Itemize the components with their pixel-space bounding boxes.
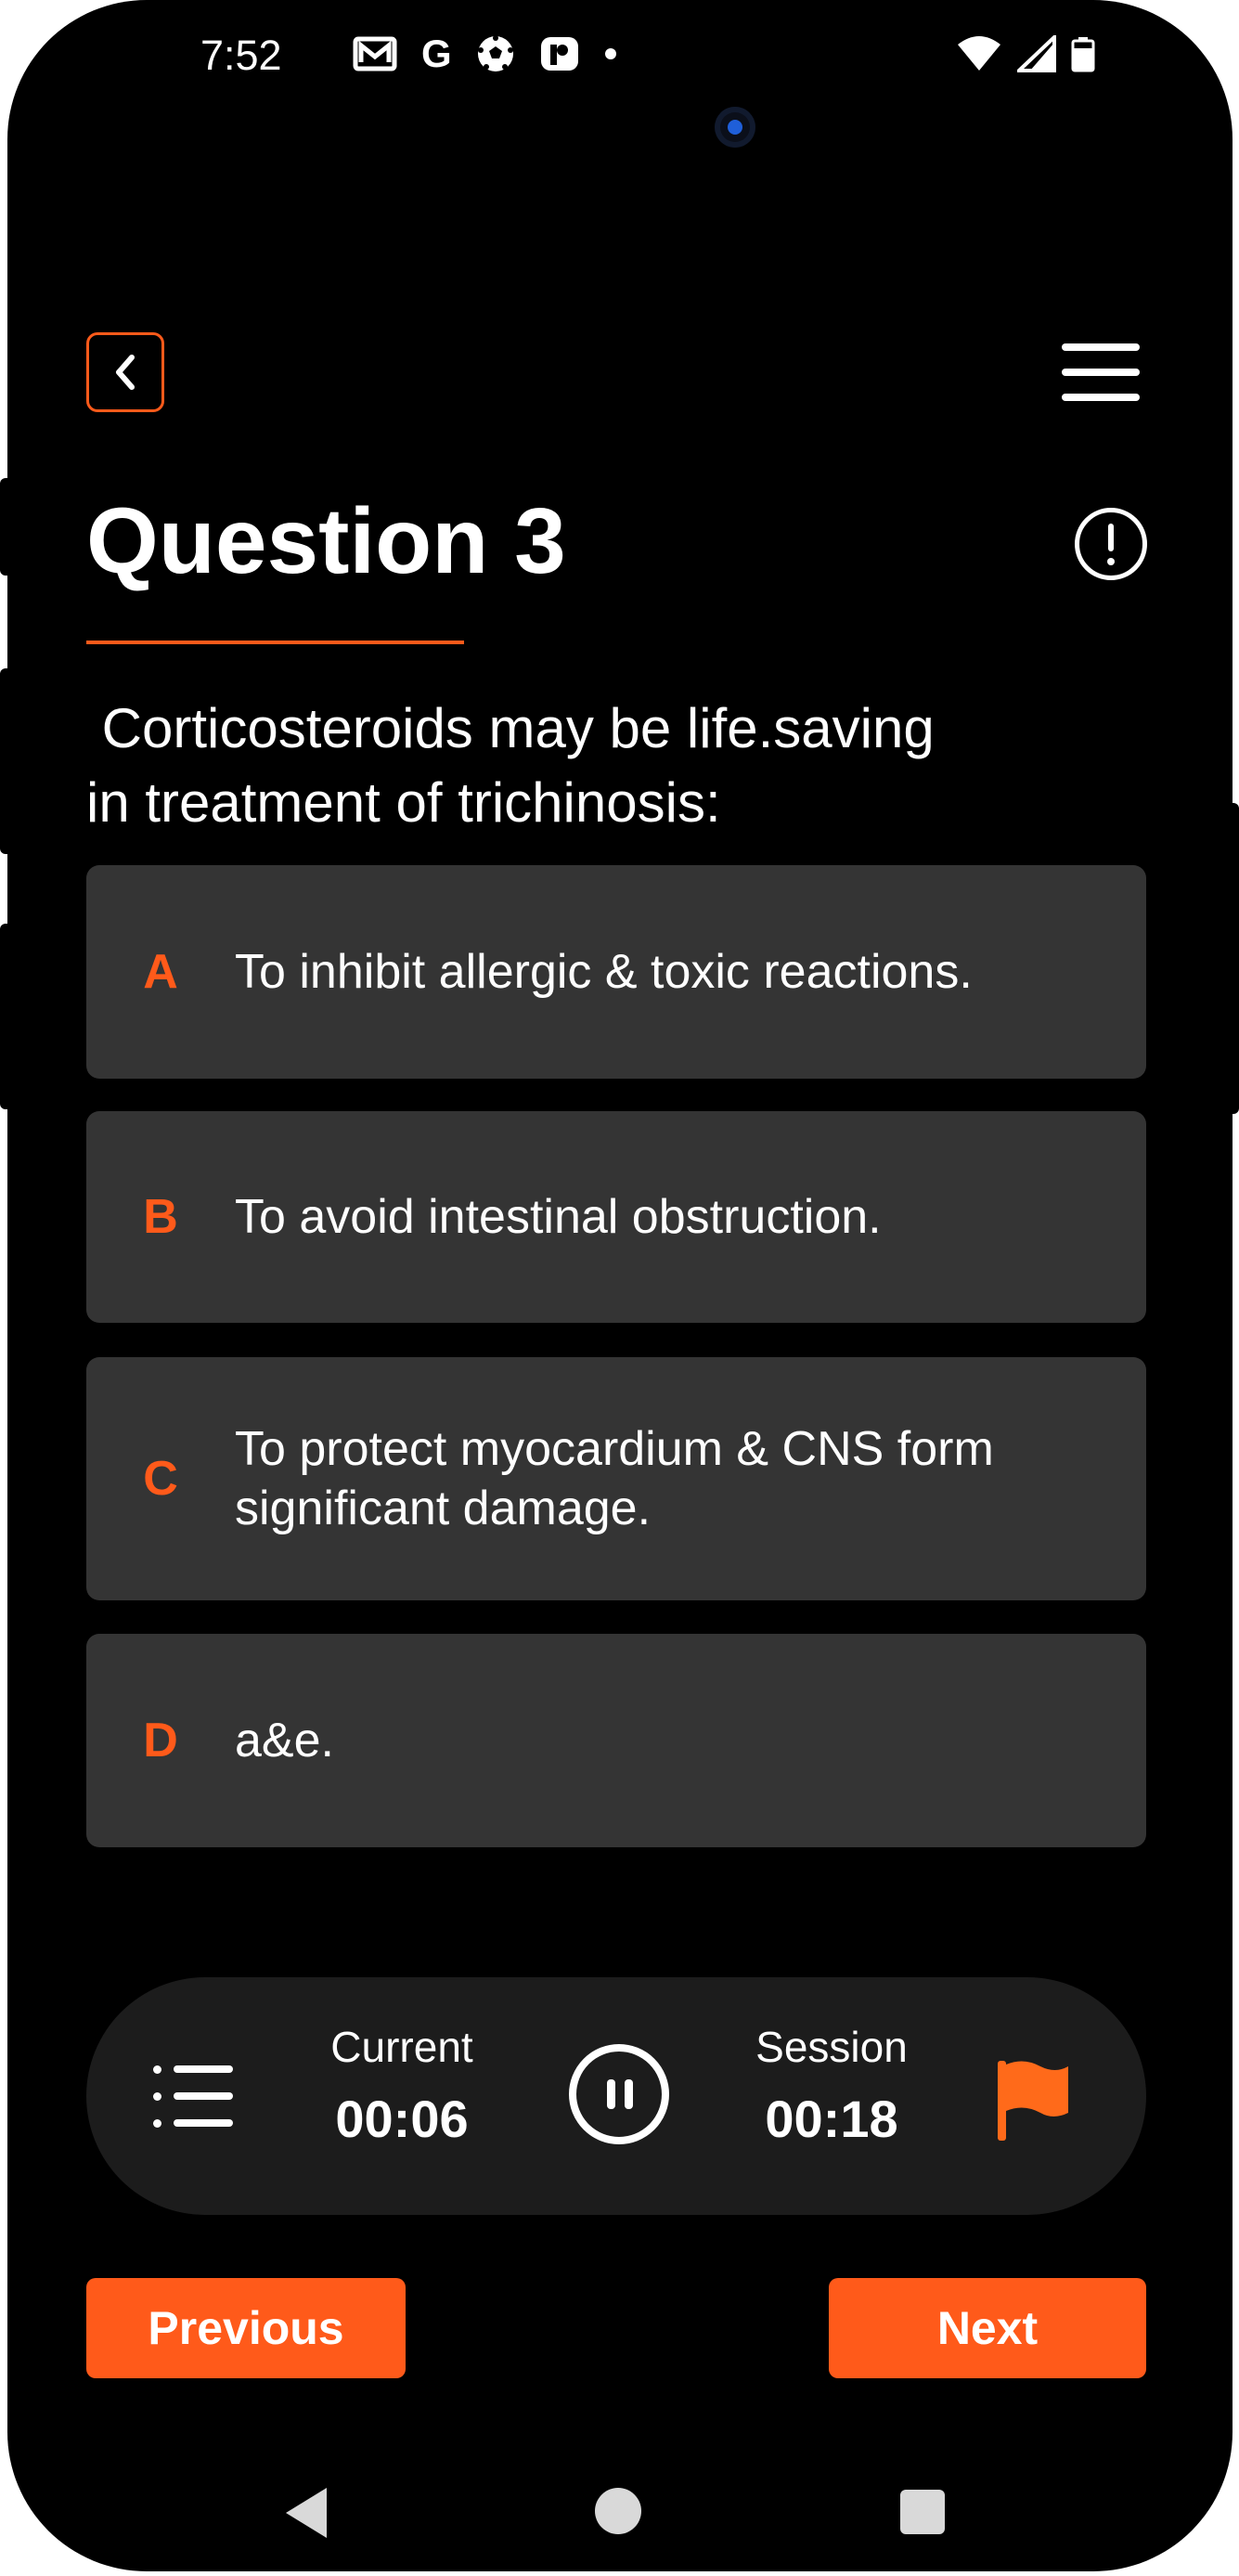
option-letter: B [143,1190,178,1244]
option-text: a&e. [235,1714,334,1767]
status-notification-icons: G [353,32,617,76]
option-c[interactable]: C To protect myocardium & CNS form signi… [86,1357,1146,1600]
system-back-icon[interactable] [286,2488,327,2538]
wifi-icon [958,36,1000,71]
option-b[interactable]: B To avoid intestinal obstruction. [86,1111,1146,1323]
battery-icon [1071,37,1095,72]
system-home-icon[interactable] [595,2488,641,2534]
option-letter: A [143,945,178,999]
chevron-left-icon [116,355,135,390]
option-text: To avoid intestinal obstruction. [235,1190,882,1244]
list-icon[interactable] [153,2065,233,2128]
session-timer-value: 00:18 [765,2090,898,2148]
option-a[interactable]: A To inhibit allergic & toxic reactions. [86,865,1146,1079]
dot-icon [604,48,616,59]
timer-bar: Current 00:06 Session 00:18 [86,1977,1146,2215]
front-camera [715,107,755,148]
gmail-icon [353,36,397,71]
title-underline [86,641,464,644]
system-recents-icon[interactable] [900,2490,945,2534]
option-letter: C [143,1452,178,1506]
option-text: To protect myocardium & CNS form signifi… [235,1422,994,1535]
option-letter: D [143,1714,178,1767]
next-button[interactable]: Next [829,2278,1146,2378]
status-time: 7:52 [200,32,282,79]
app-icon [540,37,578,71]
pause-icon[interactable] [569,2044,669,2144]
current-timer-label: Current [330,2023,473,2071]
soccer-ball-icon [477,35,513,71]
question-text: Corticosteroids may be life.saving in tr… [86,697,935,834]
status-system-icons [956,35,1095,72]
signal-icon [1017,35,1056,72]
current-timer-value: 00:06 [335,2090,469,2148]
side-button [1226,803,1239,1114]
option-text: To inhibit allergic & toxic reactions. [235,945,973,999]
side-button [0,924,13,1109]
option-d[interactable]: D a&e. [86,1634,1146,1847]
hamburger-menu-icon[interactable] [1062,343,1140,401]
back-button[interactable] [86,332,164,412]
session-timer-label: Session [755,2023,908,2071]
side-button [0,478,13,576]
side-button [0,668,13,854]
exclamation-circle-icon[interactable] [1075,508,1147,580]
previous-button[interactable]: Previous [86,2278,406,2378]
page-title: Question 3 [86,489,566,593]
flag-icon[interactable] [996,2059,1070,2142]
google-icon: G [421,32,452,75]
